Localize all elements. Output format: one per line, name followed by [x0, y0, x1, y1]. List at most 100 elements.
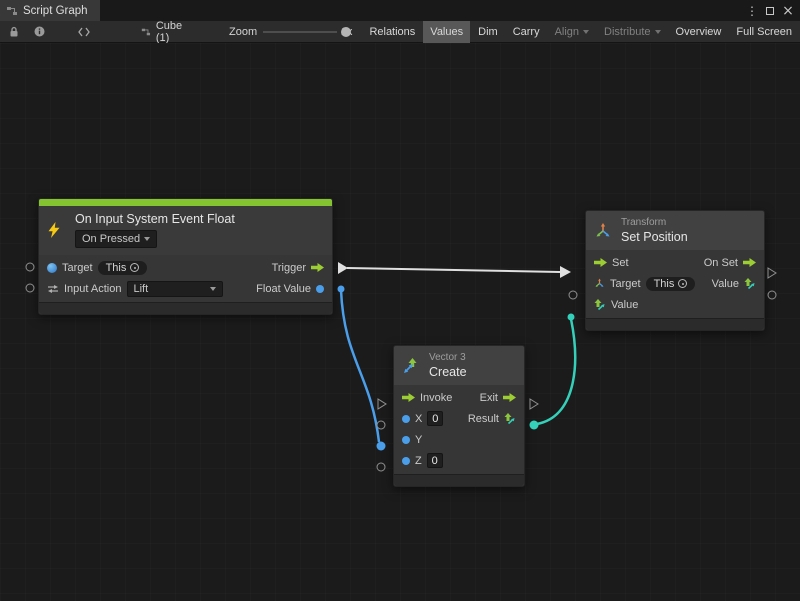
event-mode-dropdown[interactable]: On Pressed	[75, 230, 157, 248]
z-value-field[interactable]: 0	[427, 453, 443, 468]
input-action-port-label: Input Action	[64, 283, 122, 295]
z-port-dot[interactable]	[402, 457, 410, 465]
vector3-type-icon[interactable]	[504, 413, 516, 425]
toolbar-button-align[interactable]: Align	[548, 21, 596, 43]
node-transform-set-position[interactable]: Transform Set Position Set On Set	[585, 210, 765, 331]
transform-target-object-value: This	[654, 278, 675, 290]
z-in-port[interactable]	[377, 463, 385, 471]
trigger-port-label: Trigger	[272, 262, 306, 274]
float-value-port-dot[interactable]	[316, 285, 324, 293]
flow-arrow-icon[interactable]	[594, 258, 607, 267]
zoom-slider[interactable]	[263, 21, 337, 43]
toolbar-button-dim[interactable]: Dim	[471, 21, 505, 43]
graph-breadcrumb[interactable]: Cube (1)	[141, 20, 191, 44]
wire-trigger-to-set[interactable]	[347, 268, 560, 272]
vector3-type-icon[interactable]	[594, 299, 606, 311]
event-mode-value: On Pressed	[82, 233, 140, 245]
transform-node-header: Transform Set Position	[586, 211, 764, 250]
y-in-port[interactable]	[377, 442, 386, 451]
port-row-invoke-exit: Invoke Exit	[394, 387, 524, 408]
node-on-input-system-event-float[interactable]: On Input System Event Float On Pressed T…	[38, 198, 333, 315]
trigger-out-port[interactable]	[338, 262, 348, 274]
chevron-down-icon	[655, 30, 661, 34]
set-in-port[interactable]	[560, 266, 571, 278]
port-row-target-trigger: Target This Trigger	[39, 257, 332, 278]
toolbar-button-values[interactable]: Values	[423, 21, 470, 43]
graph-asset-icon	[141, 26, 151, 38]
zoom-slider-handle[interactable]	[341, 27, 351, 37]
target-port-label: Target	[62, 262, 93, 274]
toolbar-button-overview[interactable]: Overview	[669, 21, 729, 43]
transform-target-object-field[interactable]: This	[646, 277, 696, 291]
window-maximize-button[interactable]	[762, 1, 778, 21]
transform-target-port-label: Target	[610, 278, 641, 290]
toolbar-button-distribute[interactable]: Distribute	[597, 21, 667, 43]
flow-arrow-icon[interactable]	[311, 263, 324, 272]
invoke-port-label: Invoke	[420, 392, 452, 404]
tab-script-graph[interactable]: Script Graph	[0, 0, 100, 21]
result-out-port[interactable]	[530, 421, 539, 430]
transform-type-icon	[594, 278, 605, 289]
x-port-dot[interactable]	[402, 415, 410, 423]
float-value-port-label: Float Value	[256, 283, 311, 295]
port-row-z: Z 0	[394, 450, 524, 471]
transform-target-in-port[interactable]	[569, 291, 577, 299]
x-value-field[interactable]: 0	[427, 411, 443, 426]
port-row-target-valueout: Target This Value	[586, 273, 764, 294]
toolbar-button-carry[interactable]: Carry	[506, 21, 547, 43]
port-row-x-result: X 0 Result	[394, 408, 524, 429]
node-footer	[39, 302, 332, 314]
zoom-slider-track[interactable]	[263, 31, 337, 33]
y-port-dot[interactable]	[402, 436, 410, 444]
window-tab-bar: Script Graph ⋮ ×	[0, 0, 800, 21]
value-in-port-label: Value	[611, 299, 638, 311]
z-port-label: Z	[415, 455, 422, 467]
graph-toolbar: Cube (1) Zoom 1x Relations Values Dim Ca…	[0, 21, 800, 43]
x-port-label: X	[415, 413, 422, 425]
maximize-icon	[766, 7, 774, 15]
target-object-field[interactable]: This	[98, 261, 148, 275]
graph-canvas[interactable]: On Input System Event Float On Pressed T…	[0, 43, 800, 601]
vector3-node-ports: Invoke Exit X 0	[394, 385, 524, 474]
float-value-out-port[interactable]	[338, 286, 345, 293]
node-title: On Input System Event Float	[75, 212, 235, 226]
flow-arrow-icon[interactable]	[402, 393, 415, 402]
on-set-port-label: On Set	[704, 257, 738, 269]
window-close-button[interactable]: ×	[780, 1, 796, 21]
node-title: Create	[429, 365, 467, 379]
on-set-out-port[interactable]	[768, 268, 776, 278]
transform-node-ports: Set On Set	[586, 250, 764, 318]
event-target-in-port[interactable]	[26, 263, 34, 271]
node-footer	[394, 474, 524, 486]
wire-result-to-value[interactable]	[537, 319, 575, 424]
port-row-set-onset: Set On Set	[586, 252, 764, 273]
toolbar-button-relations[interactable]: Relations	[362, 21, 422, 43]
flow-arrow-icon[interactable]	[503, 393, 516, 402]
flow-arrow-icon[interactable]	[743, 258, 756, 267]
node-vector3-create[interactable]: Vector 3 Create Invoke Exit	[393, 345, 525, 487]
event-input-action-in-port[interactable]	[26, 284, 34, 292]
input-action-dropdown[interactable]: Lift	[127, 281, 223, 297]
vector3-type-icon[interactable]	[744, 278, 756, 290]
invoke-in-port[interactable]	[378, 399, 386, 409]
x-in-port[interactable]	[377, 421, 385, 429]
toolbar-buttons: Relations Values Dim Carry Align Distrib…	[362, 21, 800, 43]
value-in-port[interactable]	[568, 314, 575, 321]
window-menu-button[interactable]: ⋮	[744, 1, 760, 21]
toolbar-button-full-screen[interactable]: Full Screen	[729, 21, 799, 43]
script-graph-window: Script Graph ⋮ ×	[0, 0, 800, 601]
script-graph-icon	[6, 5, 18, 17]
wire-floatvalue-to-y[interactable]	[341, 290, 379, 442]
transform-value-out-port[interactable]	[768, 291, 776, 299]
vector3-icon	[402, 357, 420, 375]
event-accent-bar	[39, 199, 332, 206]
input-action-value: Lift	[134, 283, 149, 295]
lightning-icon	[47, 222, 61, 238]
tab-title: Script Graph	[23, 5, 88, 17]
chevron-down-icon	[144, 237, 150, 241]
exit-out-port[interactable]	[530, 399, 538, 409]
lock-button[interactable]	[8, 26, 20, 38]
info-button[interactable]	[34, 26, 45, 37]
distribute-label: Distribute	[604, 26, 650, 38]
navigate-button[interactable]	[77, 27, 91, 37]
